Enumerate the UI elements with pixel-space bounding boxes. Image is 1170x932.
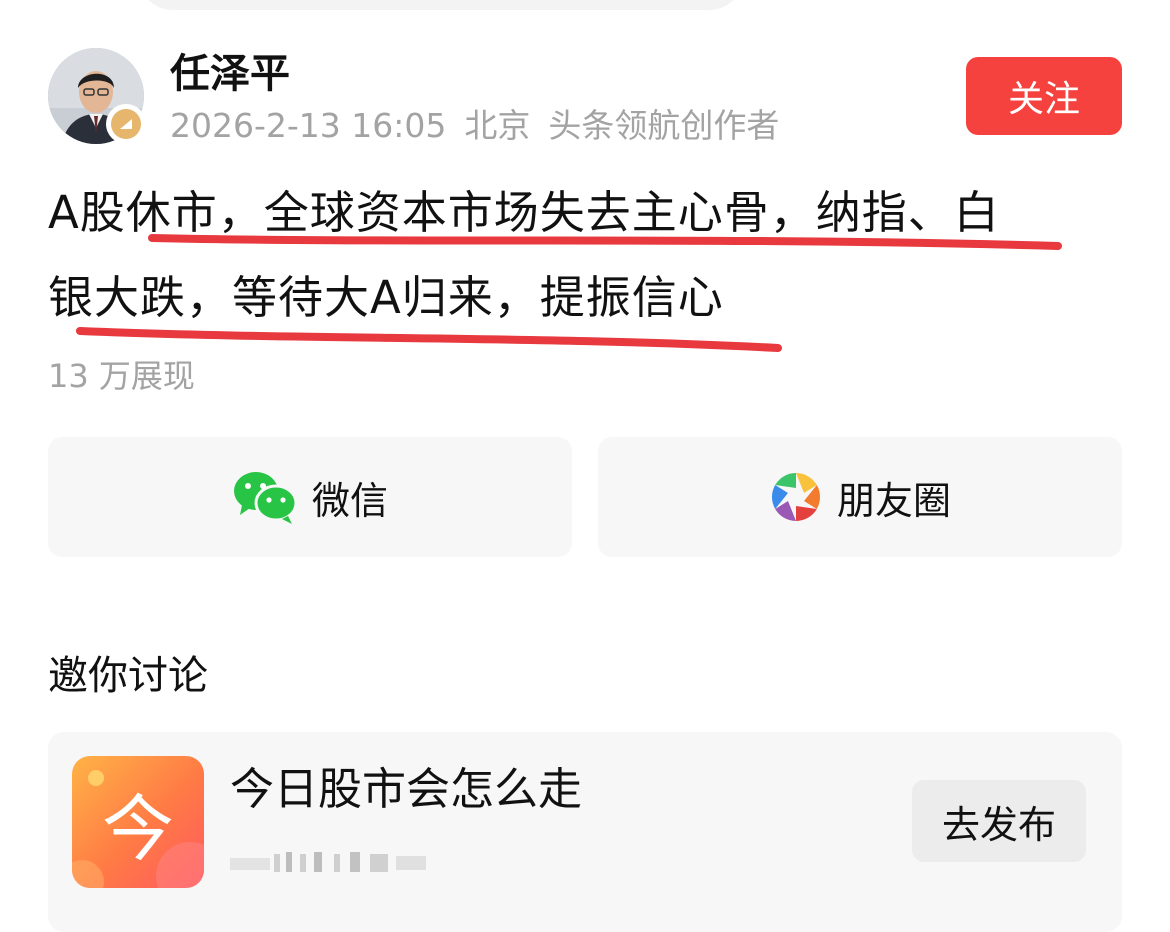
post-date: 2026-2-13 16:05	[170, 106, 447, 145]
share-wechat-label: 微信	[311, 478, 388, 523]
impression-count: 13 万展现	[48, 357, 195, 395]
topic-icon: 今	[72, 756, 204, 888]
wechat-icon	[233, 472, 298, 524]
share-moments-label: 朋友圈	[836, 478, 951, 523]
topic-title[interactable]: 今日股市会怎么走	[230, 762, 582, 818]
share-moments-button[interactable]: 朋友圈	[598, 437, 1122, 557]
post-location: 北京	[464, 106, 531, 145]
author-title: 头条领航创作者	[548, 106, 780, 145]
headline-line-1: A股休市，全球资本市场失去主心骨，纳指、白	[48, 186, 1000, 239]
post-meta: 2026-2-13 16:05 北京 头条领航创作者	[170, 106, 797, 146]
topic-card[interactable]: 今 今日股市会怎么走 去发布	[48, 732, 1122, 932]
topic-icon-glyph: 今	[101, 786, 174, 871]
post-headline[interactable]: A股休市，全球资本市场失去主心骨，纳指、白 银大跌，等待大A归来，提振信心	[48, 170, 1128, 340]
participant-avatars-strip	[230, 852, 426, 872]
headline-line-2: 银大跌，等待大A归来，提振信心	[48, 271, 724, 324]
search-bar-remnant[interactable]	[138, 0, 744, 10]
share-wechat-button[interactable]: 微信	[48, 437, 572, 557]
follow-button[interactable]: 关注	[966, 57, 1122, 135]
creator-badge-icon	[106, 104, 146, 144]
author-name[interactable]: 任泽平	[170, 50, 290, 98]
discussion-section-title: 邀你讨论	[48, 653, 208, 699]
moments-icon	[771, 473, 820, 521]
publish-button[interactable]: 去发布	[912, 780, 1086, 862]
